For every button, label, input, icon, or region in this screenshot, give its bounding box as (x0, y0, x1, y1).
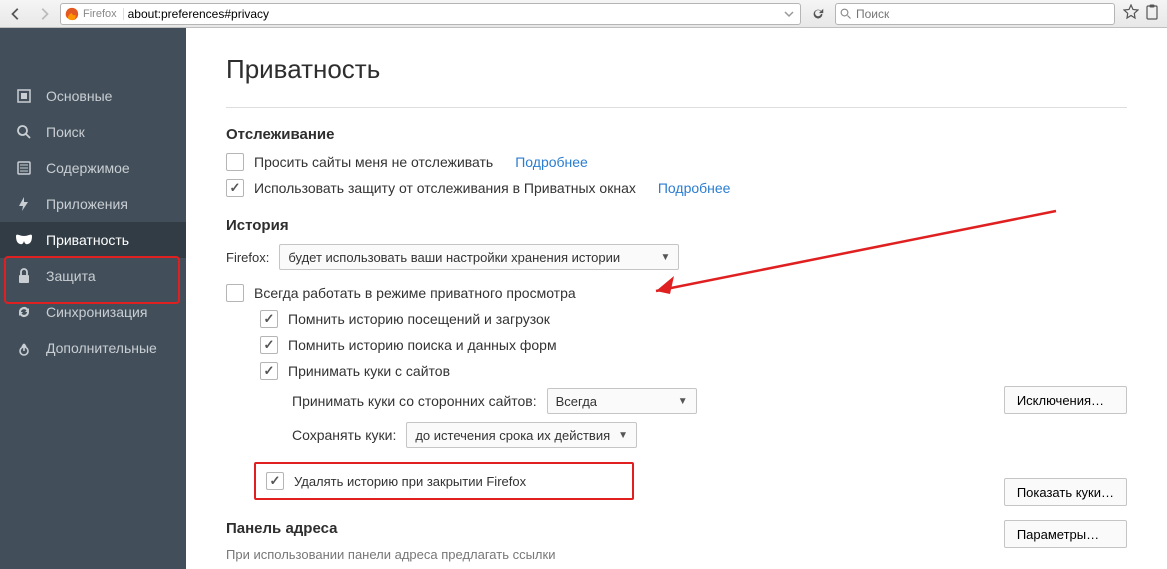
remember-search-checkbox[interactable] (260, 336, 278, 354)
accept-cookies-label: Принимать куки с сайтов (288, 363, 450, 379)
tracking-protection-checkbox[interactable] (226, 179, 244, 197)
preferences-sidebar: Основные Поиск Содержимое Приложения При… (0, 28, 186, 569)
clear-on-close-label: Удалять историю при закрытии Firefox (294, 474, 526, 489)
sidebar-item-security[interactable]: Защита (0, 258, 186, 294)
always-private-checkbox[interactable] (226, 284, 244, 302)
reload-button[interactable] (805, 3, 831, 25)
divider (226, 107, 1127, 108)
browser-toolbar: Firefox (0, 0, 1167, 28)
annotation-highlight: Удалять историю при закрытии Firefox (254, 462, 634, 500)
sync-icon (14, 304, 34, 320)
sidebar-item-label: Дополнительные (46, 340, 157, 356)
third-party-label: Принимать куки со сторонних сайтов: (292, 393, 537, 409)
remember-browsing-label: Помнить историю посещений и загрузок (288, 311, 550, 327)
sidebar-item-general[interactable]: Основные (0, 78, 186, 114)
sidebar-item-label: Поиск (46, 124, 85, 140)
accept-cookies-checkbox[interactable] (260, 362, 278, 380)
forward-button[interactable] (32, 3, 56, 25)
sidebar-item-label: Защита (46, 268, 96, 284)
clipboard-icon[interactable] (1145, 4, 1159, 23)
third-party-select[interactable]: Всегда ▼ (547, 388, 697, 414)
firefox-icon (65, 7, 79, 21)
applications-icon (14, 196, 34, 212)
content-icon (14, 160, 34, 176)
sidebar-item-sync[interactable]: Синхронизация (0, 294, 186, 330)
chevron-down-icon: ▼ (678, 396, 688, 407)
search-icon (14, 124, 34, 140)
sidebar-item-label: Приватность (46, 232, 129, 248)
lock-icon (14, 268, 34, 284)
history-heading: История (226, 217, 1127, 234)
url-bar[interactable]: Firefox (60, 3, 801, 25)
bookmark-star-icon[interactable] (1123, 4, 1139, 23)
search-bar[interactable] (835, 3, 1115, 25)
chevron-down-icon: ▼ (660, 252, 670, 263)
keep-until-label: Сохранять куки: (292, 427, 396, 443)
dnt-learn-more-link[interactable]: Подробнее (515, 154, 588, 170)
sidebar-item-search[interactable]: Поиск (0, 114, 186, 150)
sidebar-item-privacy[interactable]: Приватность (0, 222, 186, 258)
sidebar-item-applications[interactable]: Приложения (0, 186, 186, 222)
addressbar-heading: Панель адреса (226, 520, 1127, 537)
keep-until-select[interactable]: до истечения срока их действия ▼ (406, 422, 637, 448)
clear-on-close-checkbox[interactable] (266, 472, 284, 490)
page-title: Приватность (226, 54, 1127, 85)
exceptions-button[interactable]: Исключения… (1004, 386, 1127, 414)
search-icon (840, 8, 852, 20)
dropmarker-icon[interactable] (782, 7, 796, 21)
tracking-heading: Отслеживание (226, 126, 1127, 143)
history-mode-select[interactable]: будет использовать ваши настройки хранен… (279, 244, 679, 270)
identity-label: Firefox (83, 8, 124, 20)
keep-until-value: до истечения срока их действия (415, 428, 610, 443)
sidebar-item-label: Приложения (46, 196, 128, 212)
dnt-checkbox[interactable] (226, 153, 244, 171)
advanced-icon (14, 340, 34, 356)
history-mode-value: будет использовать ваши настройки хранен… (288, 250, 620, 265)
general-icon (14, 88, 34, 104)
sidebar-item-content[interactable]: Содержимое (0, 150, 186, 186)
third-party-value: Всегда (556, 394, 597, 409)
sidebar-item-advanced[interactable]: Дополнительные (0, 330, 186, 366)
url-input[interactable] (128, 7, 778, 21)
search-input[interactable] (856, 7, 1110, 21)
tracking-protection-label: Использовать защиту от отслеживания в Пр… (254, 180, 636, 196)
always-private-label: Всегда работать в режиме приватного прос… (254, 285, 576, 301)
cookie-buttons-column: Исключения… Показать куки… Параметры… (1004, 386, 1127, 548)
addressbar-sub: При использовании панели адреса предлага… (226, 547, 1127, 562)
tracking-protection-learn-more-link[interactable]: Подробнее (658, 180, 731, 196)
dnt-label: Просить сайты меня не отслеживать (254, 154, 493, 170)
history-mode-prefix: Firefox: (226, 250, 269, 265)
sidebar-item-label: Синхронизация (46, 304, 147, 320)
clear-settings-button[interactable]: Параметры… (1004, 520, 1127, 548)
sidebar-item-label: Содержимое (46, 160, 130, 176)
remember-search-label: Помнить историю поиска и данных форм (288, 337, 557, 353)
remember-browsing-checkbox[interactable] (260, 310, 278, 328)
sidebar-item-label: Основные (46, 88, 112, 104)
show-cookies-button[interactable]: Показать куки… (1004, 478, 1127, 506)
privacy-mask-icon (14, 234, 34, 246)
chevron-down-icon: ▼ (618, 430, 628, 441)
back-button[interactable] (4, 3, 28, 25)
preferences-content: Приватность Отслеживание Просить сайты м… (186, 28, 1167, 569)
